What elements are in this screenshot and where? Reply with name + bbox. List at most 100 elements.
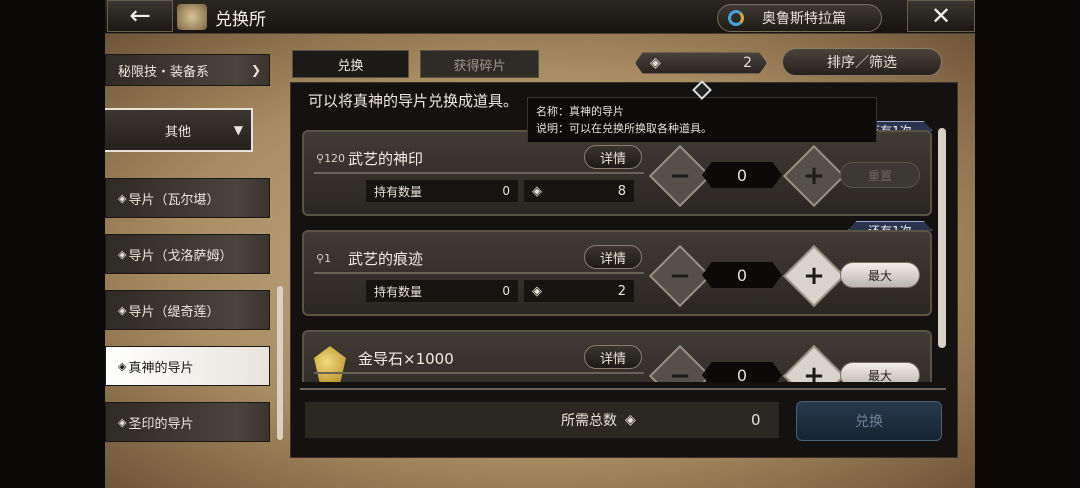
- held-label: 持有数量: [374, 284, 423, 299]
- quantity-display: 0: [702, 262, 782, 288]
- item-name: 武艺的痕迹: [348, 250, 424, 268]
- total-value: 0: [751, 411, 761, 429]
- sidebar-item-label: 真神的导片: [128, 360, 194, 376]
- diamond-icon: ◈: [118, 191, 127, 205]
- quantity-display: 0: [702, 162, 782, 188]
- top-bar: ← 兑换所 奥鲁斯特拉篇 ✕: [105, 0, 975, 34]
- back-arrow-icon: ←: [129, 1, 151, 31]
- item-tooltip: 名称：真神的导片 说明：可以在兑换所换取各种道具。: [527, 97, 877, 143]
- sidebar-scrollbar[interactable]: [277, 286, 283, 440]
- divider: [314, 272, 644, 274]
- back-button[interactable]: ←: [107, 0, 173, 32]
- item-name: 武艺的神印: [348, 150, 424, 168]
- tab-get-fragments[interactable]: 获得碎片: [420, 50, 539, 78]
- diamond-icon: ◈: [118, 303, 127, 317]
- cost-value: 8: [617, 183, 626, 199]
- item-level: 120: [324, 152, 346, 165]
- detail-label: 详情: [599, 251, 626, 267]
- total-required-box: 所需总数 ◈ 0: [305, 402, 779, 438]
- chevron-down-icon: ▼: [233, 123, 243, 137]
- max-button[interactable]: 最大: [840, 362, 920, 382]
- right-letterbox: [975, 0, 1080, 488]
- sort-filter-button[interactable]: 排序／筛选: [782, 48, 942, 76]
- exchange-button[interactable]: 兑换: [796, 401, 942, 441]
- sidebar-item-tiqilian[interactable]: ◈ 导片（缇奇莲）: [105, 290, 270, 330]
- fragment-icon: ◈: [650, 55, 661, 71]
- diamond-icon: ◈: [118, 415, 127, 429]
- detail-label: 详情: [599, 151, 626, 167]
- sidebar-item-vulcan[interactable]: ◈ 导片（瓦尔堪）: [105, 178, 270, 218]
- tooltip-name: 名称：真神的导片: [536, 105, 624, 118]
- sidebar-item-label: 导片（戈洛萨姆）: [128, 248, 233, 264]
- list-scrollbar[interactable]: [938, 128, 946, 348]
- sidebar-item-label: 导片（瓦尔堪）: [128, 192, 220, 208]
- sidebar-group-other[interactable]: 其他 ▼: [105, 108, 253, 152]
- held-value: 0: [502, 284, 510, 298]
- tab-label: 获得碎片: [453, 58, 506, 74]
- minus-icon: −: [669, 261, 691, 291]
- key-icon: ⚲1: [316, 252, 332, 265]
- list-item: ⚲1 武艺的痕迹 详情 持有数量 0 ◈ 2 − 0 + 最大: [302, 230, 932, 316]
- divider: [314, 172, 644, 174]
- category-sidebar: 秘限技・装备系 ❯ 其他 ▼ ◈ 导片（瓦尔堪） ◈ 导片（戈洛萨姆） ◈ 导片…: [105, 34, 280, 454]
- close-icon: ✕: [930, 2, 952, 30]
- plus-icon: +: [803, 261, 825, 291]
- list-item: 金导石×1000 详情 − 0 + 最大: [302, 330, 932, 382]
- fragment-icon: ◈: [625, 412, 636, 428]
- divider: [314, 372, 644, 374]
- page-title: 兑换所: [215, 10, 266, 30]
- panel-description: 可以将真神的导片兑换成道具。: [308, 92, 519, 110]
- detail-label: 详情: [599, 351, 626, 367]
- held-count-box: 持有数量 0: [366, 180, 518, 202]
- currency-count: 2: [743, 55, 752, 71]
- cost-box: ◈ 8: [524, 180, 634, 202]
- chapter-select-button[interactable]: 奥鲁斯特拉篇: [717, 4, 882, 32]
- sort-filter-label: 排序／筛选: [827, 55, 897, 71]
- footer-divider: [300, 388, 946, 390]
- item-level: 1: [324, 252, 332, 265]
- sidebar-item-label: 导片（缇奇莲）: [128, 304, 220, 320]
- cost-value: 2: [617, 283, 626, 299]
- chapter-label: 奥鲁斯特拉篇: [762, 11, 846, 27]
- detail-button[interactable]: 详情: [584, 245, 642, 269]
- sidebar-item-label: 其他: [164, 124, 191, 140]
- item-name: 金导石×1000: [358, 350, 454, 368]
- exchange-label: 兑换: [855, 414, 883, 430]
- tab-label: 兑换: [337, 58, 364, 74]
- minus-icon: −: [669, 161, 691, 191]
- held-value: 0: [502, 184, 510, 198]
- reset-button[interactable]: 重置: [840, 162, 920, 188]
- key-icon: ⚲120: [316, 152, 346, 165]
- row-clip: 金导石×1000 详情 − 0 + 最大: [300, 330, 940, 382]
- gold-stone-icon: [314, 346, 346, 382]
- close-button[interactable]: ✕: [907, 0, 975, 32]
- minus-icon: −: [669, 361, 691, 382]
- sidebar-item-label: 秘限技・装备系: [118, 64, 210, 80]
- tooltip-desc: 说明：可以在兑换所换取各种道具。: [536, 122, 712, 135]
- max-button[interactable]: 最大: [840, 262, 920, 288]
- chevron-right-icon: ❯: [250, 63, 261, 77]
- cost-box: ◈ 2: [524, 280, 634, 302]
- detail-button[interactable]: 详情: [584, 145, 642, 169]
- sidebar-item-golosam[interactable]: ◈ 导片（戈洛萨姆）: [105, 234, 270, 274]
- sidebar-item-holy-seal[interactable]: ◈ 圣印的导片: [105, 402, 270, 442]
- diamond-icon: ◈: [118, 247, 127, 261]
- sidebar-item-skill-equip[interactable]: 秘限技・装备系 ❯: [105, 54, 270, 86]
- fragment-icon: ◈: [532, 283, 542, 299]
- currency-counter: ◈ 2: [635, 52, 767, 74]
- detail-button[interactable]: 详情: [584, 345, 642, 369]
- left-letterbox: [0, 0, 105, 488]
- plus-icon: +: [803, 161, 825, 191]
- plus-icon: +: [803, 361, 825, 382]
- exchange-shop-icon: [177, 4, 207, 30]
- diamond-icon: ◈: [118, 359, 127, 373]
- quantity-display: 0: [702, 362, 782, 382]
- tab-exchange[interactable]: 兑换: [292, 50, 409, 78]
- sidebar-item-label: 圣印的导片: [128, 416, 194, 432]
- fragment-icon: ◈: [532, 183, 542, 199]
- sidebar-item-true-god[interactable]: ◈ 真神的导片: [105, 346, 270, 386]
- held-label: 持有数量: [374, 184, 423, 199]
- cycle-icon: [728, 10, 744, 26]
- total-label: 所需总数: [561, 413, 617, 429]
- held-count-box: 持有数量 0: [366, 280, 518, 302]
